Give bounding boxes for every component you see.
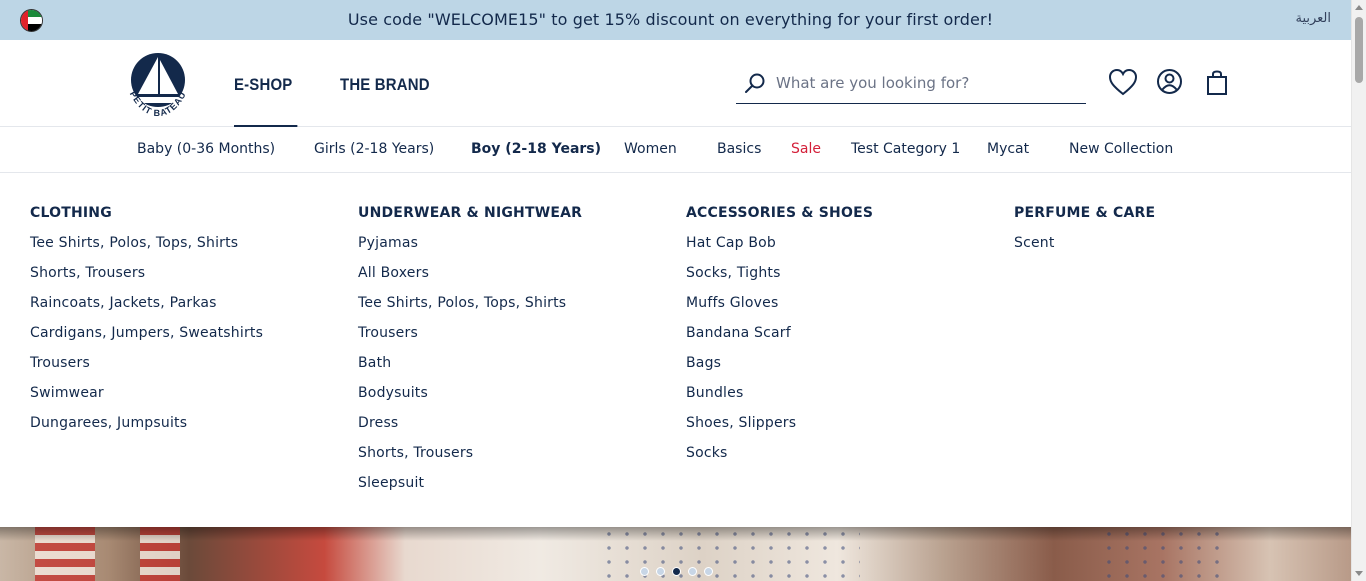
category-basics[interactable]: Basics <box>717 141 761 157</box>
promo-banner: Use code "WELCOME15" to get 15% discount… <box>0 0 1351 40</box>
menu-link[interactable]: Sleepsuit <box>358 475 582 505</box>
carousel-dot[interactable] <box>688 567 697 576</box>
category-nav: Baby (0-36 Months) Girls (2-18 Years) Bo… <box>0 127 1351 173</box>
menu-link[interactable]: Socks <box>686 445 873 475</box>
menu-heading[interactable]: UNDERWEAR & NIGHTWEAR <box>358 205 582 235</box>
category-women[interactable]: Women <box>624 141 677 157</box>
menu-link[interactable]: Raincoats, Jackets, Parkas <box>30 295 263 325</box>
carousel-dot[interactable] <box>656 567 665 576</box>
menu-link[interactable]: Trousers <box>30 355 263 385</box>
menu-link[interactable]: Socks, Tights <box>686 265 873 295</box>
menu-link[interactable]: Bundles <box>686 385 873 415</box>
mega-menu: CLOTHING Tee Shirts, Polos, Tops, Shirts… <box>0 173 1351 527</box>
menu-column-perfume-care: PERFUME & CARE Scent <box>1014 205 1155 265</box>
menu-link[interactable]: Bags <box>686 355 873 385</box>
category-new-collection[interactable]: New Collection <box>1069 141 1173 157</box>
menu-link[interactable]: Shoes, Slippers <box>686 415 873 445</box>
scroll-down-icon[interactable] <box>1355 571 1363 576</box>
menu-link[interactable]: Hat Cap Bob <box>686 235 873 265</box>
shopping-bag-icon[interactable] <box>1206 70 1228 96</box>
menu-heading[interactable]: CLOTHING <box>30 205 263 235</box>
category-baby[interactable]: Baby (0-36 Months) <box>137 141 275 157</box>
account-icon[interactable] <box>1156 68 1183 95</box>
menu-link[interactable]: Muffs Gloves <box>686 295 873 325</box>
carousel-dots <box>640 567 713 576</box>
promo-text: Use code "WELCOME15" to get 15% discount… <box>347 10 994 29</box>
nav-the-brand[interactable]: THE BRAND <box>340 40 430 127</box>
scrollbar-thumb[interactable] <box>1355 17 1363 83</box>
petit-bateau-logo[interactable]: PETIT BATEAU <box>118 48 198 120</box>
search-icon[interactable] <box>744 72 766 94</box>
menu-link[interactable]: Tee Shirts, Polos, Tops, Shirts <box>358 295 582 325</box>
menu-link[interactable]: Trousers <box>358 325 582 355</box>
menu-link[interactable]: Swimwear <box>30 385 263 415</box>
site-header: PETIT BATEAU E-SHOP THE BRAND <box>0 40 1351 127</box>
category-test-category-1[interactable]: Test Category 1 <box>851 141 960 157</box>
menu-link[interactable]: Cardigans, Jumpers, Sweatshirts <box>30 325 263 355</box>
menu-link[interactable]: All Boxers <box>358 265 582 295</box>
search-box[interactable] <box>736 62 1086 104</box>
menu-heading[interactable]: PERFUME & CARE <box>1014 205 1155 235</box>
menu-link[interactable]: Scent <box>1014 235 1155 265</box>
menu-column-underwear-nightwear: UNDERWEAR & NIGHTWEAR Pyjamas All Boxers… <box>358 205 582 505</box>
menu-link[interactable]: Bodysuits <box>358 385 582 415</box>
category-girls[interactable]: Girls (2-18 Years) <box>314 141 434 157</box>
menu-heading[interactable]: ACCESSORIES & SHOES <box>686 205 873 235</box>
scroll-up-icon[interactable] <box>1355 5 1363 10</box>
carousel-dot[interactable] <box>640 567 649 576</box>
category-mycat[interactable]: Mycat <box>987 141 1029 157</box>
menu-link[interactable]: Dungarees, Jumpsuits <box>30 415 263 445</box>
wishlist-heart-icon[interactable] <box>1108 68 1138 96</box>
menu-column-accessories-shoes: ACCESSORIES & SHOES Hat Cap Bob Socks, T… <box>686 205 873 475</box>
menu-column-clothing: CLOTHING Tee Shirts, Polos, Tops, Shirts… <box>30 205 263 445</box>
language-switch-link[interactable]: العربية <box>1295 11 1331 26</box>
carousel-dot[interactable] <box>704 567 713 576</box>
menu-link[interactable]: Bath <box>358 355 582 385</box>
menu-link[interactable]: Shorts, Trousers <box>358 445 582 475</box>
menu-link[interactable]: Pyjamas <box>358 235 582 265</box>
category-boy[interactable]: Boy (2-18 Years) <box>471 141 601 157</box>
search-input[interactable] <box>776 70 1076 96</box>
page-scrollbar[interactable] <box>1351 0 1366 581</box>
menu-link[interactable]: Dress <box>358 415 582 445</box>
main-nav: E-SHOP THE BRAND <box>234 40 442 127</box>
nav-eshop[interactable]: E-SHOP <box>234 40 299 127</box>
menu-link[interactable]: Tee Shirts, Polos, Tops, Shirts <box>30 235 263 265</box>
menu-link[interactable]: Bandana Scarf <box>686 325 873 355</box>
category-sale[interactable]: Sale <box>791 141 821 157</box>
menu-link[interactable]: Shorts, Trousers <box>30 265 263 295</box>
carousel-dot-active[interactable] <box>672 567 681 576</box>
